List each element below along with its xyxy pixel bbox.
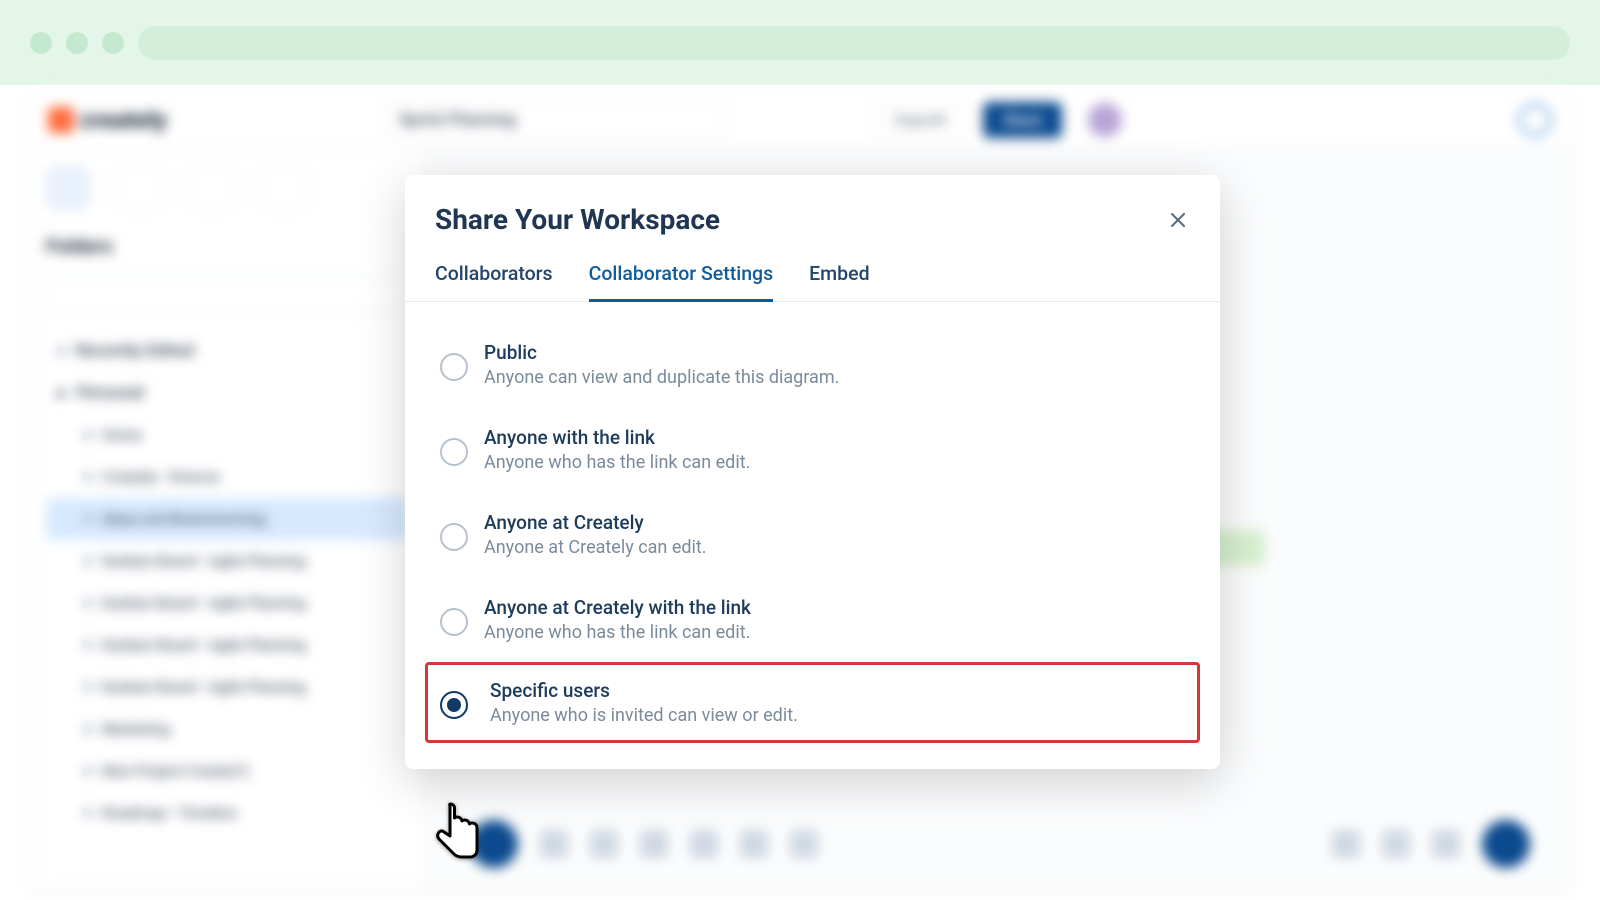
option-title: Public: [484, 341, 839, 364]
toolbar-icon[interactable]: [590, 830, 618, 858]
export-label: Export: [895, 111, 938, 129]
traffic-dot: [66, 32, 88, 54]
option-desc: Anyone can view and duplicate this diagr…: [484, 367, 839, 388]
tree-item[interactable]: New Project Create(?): [46, 750, 408, 792]
share-workspace-modal: Share Your Workspace Collaborators Colla…: [405, 175, 1220, 769]
option-title: Specific users: [490, 679, 798, 702]
add-button-icon[interactable]: [470, 820, 518, 868]
toolbar-icon[interactable]: [740, 830, 768, 858]
sidebar-heading: Folders: [46, 234, 408, 258]
tool-icon[interactable]: [118, 166, 162, 210]
toolbar-icon[interactable]: [790, 830, 818, 858]
tree-item[interactable]: Kanban Board • Agile Planning: [46, 540, 408, 582]
share-option-anyone-org-link[interactable]: Anyone at Creately with the link Anyone …: [431, 577, 1194, 662]
radio-icon[interactable]: [440, 438, 468, 466]
tab-collaborators[interactable]: Collaborators: [435, 254, 553, 301]
help-fab-icon[interactable]: [1482, 820, 1530, 868]
help-icon[interactable]: [1518, 103, 1552, 137]
option-title: Anyone at Creately with the link: [484, 596, 751, 619]
tool-icon[interactable]: [190, 166, 234, 210]
share-options-list: Public Anyone can view and duplicate thi…: [405, 302, 1220, 749]
tree-item[interactable]: Kanban Board • Agile Planning: [46, 624, 408, 666]
tree-item[interactable]: Creately • Diverse: [46, 456, 408, 498]
tool-icon[interactable]: [46, 166, 90, 210]
tab-embed[interactable]: Embed: [809, 254, 869, 301]
radio-icon[interactable]: [440, 353, 468, 381]
browser-chrome: [0, 0, 1600, 85]
share-button[interactable]: Share: [983, 102, 1062, 138]
toolbar-icon[interactable]: [640, 830, 668, 858]
export-button[interactable]: Export ▾: [876, 102, 965, 138]
share-option-public[interactable]: Public Anyone can view and duplicate thi…: [431, 322, 1194, 407]
option-desc: Anyone who is invited can view or edit.: [490, 705, 798, 726]
sidebar-search[interactable]: [46, 276, 408, 312]
sidebar: Folders Recently Edited ▸Personal Home C…: [30, 150, 425, 890]
modal-tabs: Collaborators Collaborator Settings Embe…: [405, 254, 1220, 302]
tree-item[interactable]: Marketing: [46, 708, 408, 750]
radio-icon[interactable]: [440, 691, 468, 719]
brand-logo-icon: [48, 107, 74, 133]
traffic-dot: [30, 32, 52, 54]
tree-item[interactable]: Home: [46, 414, 408, 456]
tab-collaborator-settings[interactable]: Collaborator Settings: [589, 254, 774, 302]
share-option-specific-users[interactable]: Specific users Anyone who is invited can…: [425, 662, 1200, 743]
url-bar[interactable]: [138, 26, 1570, 60]
user-avatar[interactable]: [1088, 103, 1122, 137]
bottom-toolbar: [470, 818, 1530, 870]
option-desc: Anyone at Creately can edit.: [484, 537, 707, 558]
option-desc: Anyone who has the link can edit.: [484, 622, 751, 643]
tree-item[interactable]: Kanban Board • Agile Planning: [46, 582, 408, 624]
option-desc: Anyone who has the link can edit.: [484, 452, 750, 473]
modal-title: Share Your Workspace: [435, 203, 720, 236]
option-title: Anyone with the link: [484, 426, 750, 449]
traffic-dot: [102, 32, 124, 54]
radio-icon[interactable]: [440, 523, 468, 551]
brand-text: creately: [80, 106, 167, 134]
tree-recently-edited[interactable]: Recently Edited: [46, 330, 408, 372]
toolbar-icon[interactable]: [1432, 830, 1460, 858]
close-button[interactable]: [1166, 208, 1190, 232]
close-icon: [1171, 213, 1185, 227]
share-option-anyone-org[interactable]: Anyone at Creately Anyone at Creately ca…: [431, 492, 1194, 577]
option-title: Anyone at Creately: [484, 511, 707, 534]
tool-icon[interactable]: [262, 166, 306, 210]
radio-icon[interactable]: [440, 608, 468, 636]
toolbar-icon[interactable]: [690, 830, 718, 858]
brand: creately: [48, 106, 228, 134]
tree-item[interactable]: Ideas and Brainstorming: [46, 498, 408, 540]
toolbar-icon[interactable]: [540, 830, 568, 858]
tree-item[interactable]: Roadmap • Timeline: [46, 792, 408, 834]
document-title[interactable]: Sprint Planning: [384, 102, 724, 138]
tree-item[interactable]: Kanban Board • Agile Planning: [46, 666, 408, 708]
tree-personal[interactable]: ▸Personal: [46, 372, 408, 414]
share-option-anyone-link[interactable]: Anyone with the link Anyone who has the …: [431, 407, 1194, 492]
toolbar-icon[interactable]: [1382, 830, 1410, 858]
toolbar-icon[interactable]: [1332, 830, 1360, 858]
